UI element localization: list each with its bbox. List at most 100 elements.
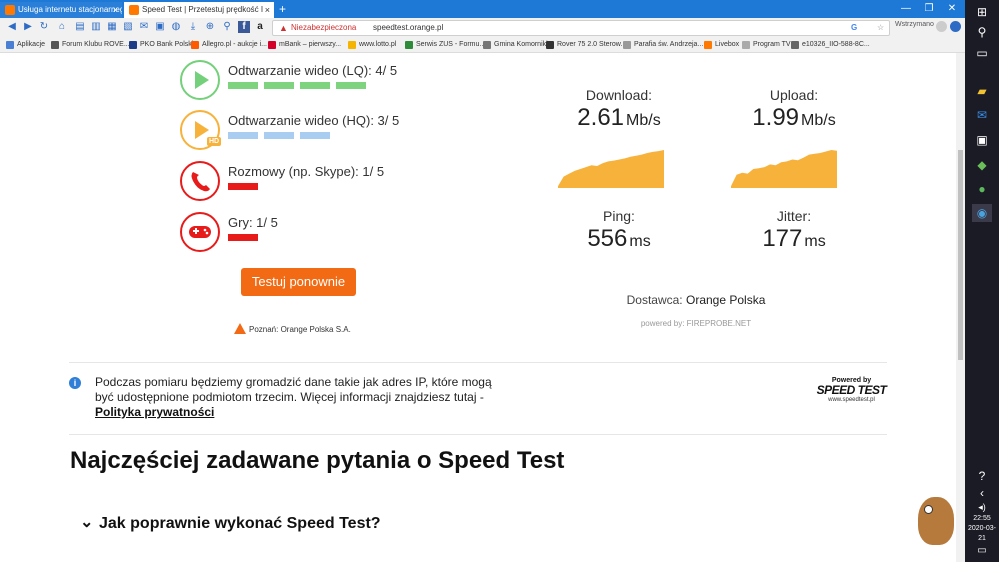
provider-label: Dostawca: (626, 293, 683, 307)
tab-title: Usługa internetu stacjonarnego N (18, 5, 122, 14)
quality-score-bar (336, 82, 366, 89)
faq-question[interactable]: Jak poprawnie wykonać Speed Test? (99, 515, 381, 533)
help-icon[interactable]: ? (972, 467, 992, 485)
bookmark-label: Program TV (753, 41, 791, 48)
search-engine-icon[interactable]: G (851, 21, 857, 35)
bookmark-favicon-icon (546, 41, 554, 49)
file-explorer-icon[interactable]: ▰ (972, 82, 992, 100)
quality-label: Odtwarzanie wideo (HQ): 3/ 5 (228, 113, 400, 128)
upload-chart (731, 150, 837, 188)
browser-app-icon[interactable]: ◉ (972, 204, 992, 222)
notifications-icon[interactable]: ▭ (972, 542, 992, 560)
profile-status[interactable]: Wstrzymano (895, 21, 934, 28)
speedtest-logo[interactable]: Powered by SPEED TEST www.speedtest.pl (814, 377, 889, 403)
print-icon[interactable]: ▧ (122, 21, 134, 33)
mail-icon[interactable]: ✉ (138, 21, 150, 33)
torrent-icon[interactable]: ● (972, 180, 992, 198)
security-label[interactable]: Niezabezpieczona (291, 21, 356, 35)
tab-strip: Usługa internetu stacjonarnego N × Speed… (0, 0, 965, 18)
tab-close-icon[interactable]: × (113, 2, 118, 18)
store-icon[interactable]: ▣ (972, 131, 992, 149)
taskbar: ⊞ ⚲ ▭ ▰ ✉ ▣ ◆ ● ◉ ? ‹ ◂) 22:55 2020-03-2… (965, 0, 999, 562)
star-icon[interactable]: ☆ (877, 21, 884, 35)
home-icon[interactable]: ⌂ (56, 21, 68, 33)
bookmark-item[interactable]: Forum Klubu ROVE... (51, 39, 130, 50)
quality-score-bar (228, 183, 258, 190)
back-arrow-icon[interactable]: ◀ (6, 21, 18, 33)
info-icon: i (69, 377, 81, 389)
orange-favicon-icon (129, 5, 139, 15)
bookmark-list-icon[interactable]: ▤ (74, 21, 86, 33)
tab-speed-test[interactable]: Speed Test | Przetestuj prędkość I × (124, 2, 274, 18)
save-icon[interactable]: ▦ (106, 21, 118, 33)
facebook-icon[interactable]: f (238, 21, 250, 33)
bookmark-label: Rover 75 2.0 Sterow... (557, 41, 627, 48)
bookmark-item[interactable]: Aplikacje (6, 39, 45, 50)
retest-button[interactable]: Testuj ponownie (241, 268, 356, 296)
download-icon[interactable]: ⤓ (187, 21, 199, 33)
phone-icon (180, 161, 220, 201)
amazon-icon[interactable]: a (254, 21, 266, 33)
close-window-button[interactable]: ✕ (941, 0, 963, 18)
quality-score-bar (228, 82, 258, 89)
cards-icon[interactable]: ▣ (154, 21, 166, 33)
search-icon[interactable]: ⚲ (972, 23, 992, 41)
new-tab-button[interactable]: + (279, 2, 286, 16)
privacy-notice: Podczas pomiaru będziemy gromadzić dane … (95, 375, 495, 420)
hamster-mascot-icon[interactable] (918, 497, 954, 545)
powered-by-fireprobe[interactable]: powered by: FIREPROBE.NET (596, 319, 796, 328)
globe-icon[interactable]: ◍ (170, 21, 182, 33)
bookmark-label: e10326_IIO-588-8C... (802, 41, 870, 48)
upload-value: 1.99 Mb/s (719, 104, 869, 132)
download-value: 2.61 Mb/s (544, 104, 694, 132)
bookmark-item[interactable]: Allegro.pl - aukcje i... (191, 39, 267, 50)
avatar[interactable] (936, 21, 947, 32)
tab-close-icon[interactable]: × (265, 2, 270, 18)
add-icon[interactable]: ⊕ (204, 21, 216, 33)
clock[interactable]: 22:55 2020-03-21 (965, 514, 999, 544)
play-hd-icon: HD (180, 110, 222, 150)
bookmark-label: www.lotto.pl (359, 41, 397, 48)
minimize-button[interactable]: — (895, 0, 917, 18)
bookmark-favicon-icon (129, 41, 137, 49)
windows-start-icon[interactable]: ⊞ (972, 3, 992, 21)
jitter-number: 177 (762, 225, 803, 252)
jitter-unit: ms (804, 233, 826, 250)
mail-app-icon[interactable]: ✉ (972, 106, 992, 124)
app-icon[interactable]: ◆ (972, 156, 992, 174)
divider (69, 362, 887, 363)
bookmark-item[interactable]: Rover 75 2.0 Sterow... (546, 39, 626, 50)
bookmark-item[interactable]: Gmina Komorniki (483, 39, 548, 50)
quality-label: Rozmowy (np. Skype): 1/ 5 (228, 164, 385, 179)
bookmark-item[interactable]: PKO Bank Polski (129, 39, 193, 50)
scrollbar-thumb[interactable] (958, 150, 963, 360)
maximize-button[interactable]: ❐ (918, 0, 940, 18)
bookmark-item[interactable]: Parafia św. Andrzeja... (623, 39, 703, 50)
forward-arrow-icon[interactable]: ▶ (22, 21, 34, 33)
ping-value: 556 ms (544, 225, 694, 253)
address-bar[interactable]: ▲ Niezabezpieczona speedtest.orange.pl G… (272, 20, 890, 36)
tab-internet-service[interactable]: Usługa internetu stacjonarnego N × (0, 2, 122, 18)
faq-heading: Najczęściej zadawane pytania o Speed Tes… (70, 447, 565, 474)
bookmark-item[interactable]: Program TV (742, 39, 791, 50)
bookmark-label: PKO Bank Polski (140, 41, 194, 48)
download-label: Download: (585, 87, 653, 103)
logo-speedtest-text: SPEED TEST (816, 383, 887, 397)
bookmark-item[interactable]: mBank – pierwszy... (268, 39, 341, 50)
chevron-down-icon[interactable]: ⌄ (80, 512, 93, 532)
bookmark-item[interactable]: Serwis ZUS - Formu... (405, 39, 485, 50)
url-text[interactable]: speedtest.orange.pl (373, 21, 443, 35)
reload-icon[interactable]: ↻ (38, 21, 50, 33)
extension-icon[interactable] (950, 21, 961, 32)
bookmark-favicon-icon (742, 41, 750, 49)
jitter-value: 177 ms (719, 225, 869, 253)
bookmark-item[interactable]: Livebox (704, 39, 739, 50)
upload-number: 1.99 (752, 104, 800, 131)
bookmark-item[interactable]: www.lotto.pl (348, 39, 396, 50)
trash-icon[interactable]: ▥ (90, 21, 102, 33)
warning-icon: ▲ (279, 23, 288, 33)
task-view-icon[interactable]: ▭ (972, 44, 992, 62)
privacy-policy-link[interactable]: Polityka prywatności (95, 405, 214, 419)
zoom-icon[interactable]: ⚲ (221, 21, 233, 33)
bookmark-item[interactable]: e10326_IIO-588-8C... (791, 39, 870, 50)
